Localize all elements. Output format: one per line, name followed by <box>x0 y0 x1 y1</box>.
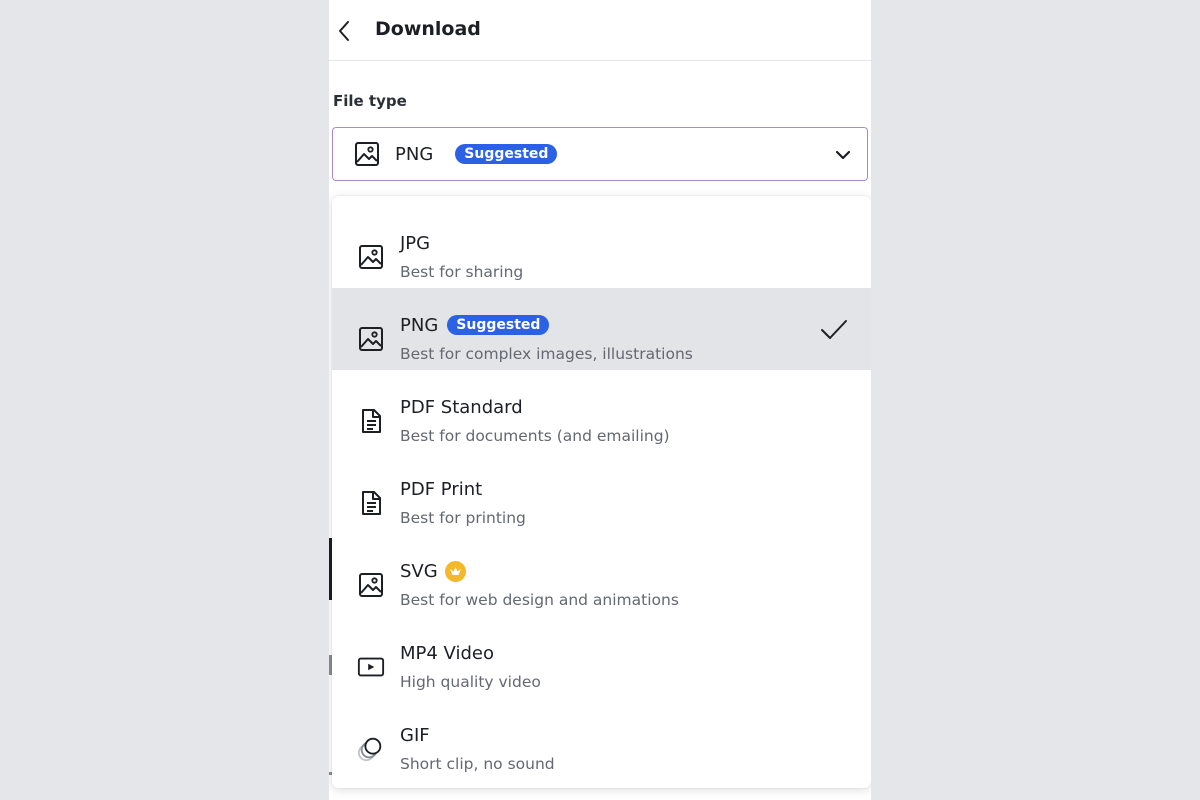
option-jpg[interactable]: JPG Best for sharing <box>332 206 871 288</box>
video-play-icon <box>357 653 385 681</box>
file-type-dropdown: JPG Best for sharing PNG Suggested Best … <box>332 196 871 788</box>
option-description: Best for sharing <box>400 263 524 281</box>
checkmark-icon <box>821 320 847 339</box>
option-name: SVG <box>400 560 438 582</box>
panel-header: Download <box>329 0 871 61</box>
image-icon <box>357 243 385 271</box>
file-type-value: PNG <box>395 143 434 165</box>
option-description: High quality video <box>400 673 541 691</box>
document-icon <box>357 489 385 517</box>
option-png[interactable]: PNG Suggested Best for complex images, i… <box>332 288 871 370</box>
option-svg[interactable]: SVG Best for web design and animations <box>332 534 871 616</box>
option-name: PDF Standard <box>400 396 523 418</box>
chevron-down-icon <box>833 145 853 165</box>
gif-circles-icon <box>357 735 385 763</box>
option-name: PDF Print <box>400 478 483 500</box>
option-pdf-print[interactable]: PDF Print Best for printing <box>332 452 871 534</box>
suggested-badge: Suggested <box>447 315 550 335</box>
crown-icon <box>444 560 466 582</box>
download-panel: Download File type PNG Suggested JPG Bes… <box>329 0 871 800</box>
document-icon <box>357 407 385 435</box>
panel-title: Download <box>375 18 481 40</box>
option-name: MP4 Video <box>400 642 494 664</box>
suggested-badge: Suggested <box>455 144 558 164</box>
image-icon <box>357 325 385 353</box>
option-name: PNG <box>400 314 439 336</box>
option-description: Short clip, no sound <box>400 755 555 773</box>
option-mp4-video[interactable]: MP4 Video High quality video <box>332 616 871 698</box>
option-gif[interactable]: GIF Short clip, no sound <box>332 698 871 780</box>
option-description: Best for complex images, illustrations <box>400 345 693 363</box>
file-type-select[interactable]: PNG Suggested <box>332 127 868 181</box>
option-name: GIF <box>400 724 430 746</box>
chevron-left-icon <box>339 21 349 41</box>
back-button[interactable] <box>329 14 359 48</box>
file-type-label: File type <box>333 92 407 110</box>
image-icon <box>357 571 385 599</box>
option-pdf-standard[interactable]: PDF Standard Best for documents (and ema… <box>332 370 871 452</box>
option-description: Best for documents (and emailing) <box>400 427 670 445</box>
option-name: JPG <box>400 232 431 254</box>
option-description: Best for web design and animations <box>400 591 679 609</box>
option-description: Best for printing <box>400 509 526 527</box>
image-icon <box>352 139 382 169</box>
